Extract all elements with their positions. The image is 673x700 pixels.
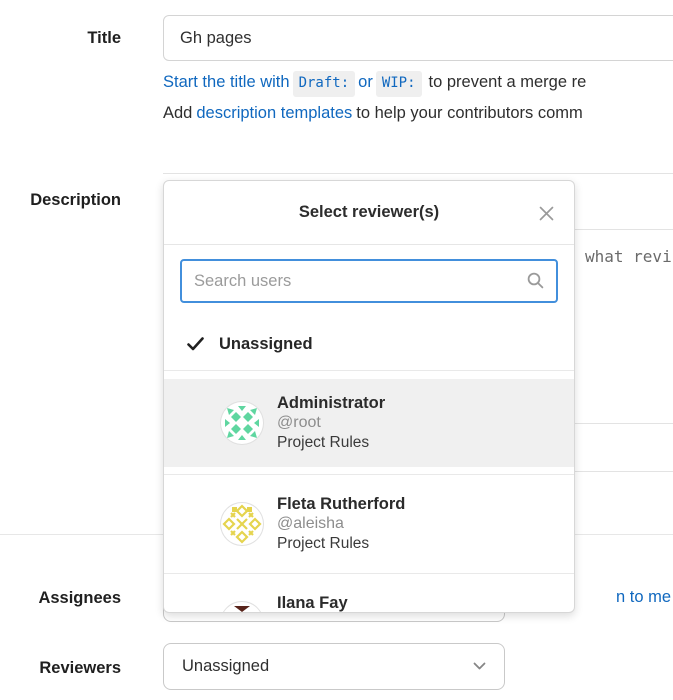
user-row-fleta-rutherford[interactable]: Fleta Rutherford @aleisha Project Rules <box>164 482 574 566</box>
close-icon <box>539 206 554 221</box>
draft-code-chip[interactable]: Draft: <box>293 71 356 97</box>
reviewers-label: Reviewers <box>0 658 121 679</box>
menu-divider <box>164 474 574 475</box>
unassigned-option-label: Unassigned <box>219 333 313 355</box>
user-row-administrator[interactable]: Administrator @root Project Rules <box>164 379 574 467</box>
user-username: @root <box>277 413 385 433</box>
description-templates-link[interactable]: description templates <box>196 104 352 122</box>
reviewer-dropdown: Select reviewer(s) Unassigned <box>163 180 575 613</box>
search-icon <box>527 272 544 289</box>
description-text-fragment: what revi <box>585 247 672 266</box>
menu-divider <box>164 370 574 371</box>
unassigned-option[interactable]: Unassigned <box>164 312 574 370</box>
user-name: Administrator <box>277 393 385 413</box>
templates-hint-prefix: Add <box>163 104 192 122</box>
title-input[interactable] <box>163 15 673 61</box>
dropdown-header: Select reviewer(s) <box>164 181 574 245</box>
user-username: @aleisha <box>277 514 405 534</box>
wip-code-chip[interactable]: WIP: <box>376 71 422 97</box>
dropdown-title: Select reviewer(s) <box>164 181 574 222</box>
draft-hint-suffix: to prevent a merge re <box>429 73 587 91</box>
draft-wip-link[interactable]: Start the title with <box>163 73 290 91</box>
menu-divider <box>164 573 574 574</box>
user-name: Ilana Fay <box>277 593 369 613</box>
merge-request-form: Title Description Assignees Reviewers St… <box>0 0 673 700</box>
search-input[interactable] <box>180 259 558 303</box>
assignees-label: Assignees <box>0 588 121 609</box>
description-label: Description <box>0 190 121 211</box>
or-word[interactable]: or <box>358 73 373 91</box>
user-name: Fleta Rutherford <box>277 494 405 514</box>
user-project: Project Rules <box>277 433 385 453</box>
templates-hint-suffix: to help your contributors comm <box>356 104 583 122</box>
assign-to-me-link[interactable]: Assign to me <box>616 588 671 607</box>
avatar <box>220 401 264 445</box>
avatar <box>220 601 264 613</box>
assign-to-me-link-clip: Assign to me <box>616 588 671 609</box>
title-label: Title <box>0 28 121 49</box>
avatar <box>220 502 264 546</box>
reviewers-select[interactable]: Unassigned <box>163 643 505 690</box>
templates-hint: Adddescription templatesto help your con… <box>163 102 583 125</box>
search-wrap <box>164 245 574 312</box>
user-project: Project Rules <box>277 534 405 554</box>
check-icon <box>187 337 204 351</box>
close-button[interactable] <box>536 203 556 223</box>
reviewers-select-value: Unassigned <box>182 657 269 676</box>
user-row-ilana-fay[interactable]: Ilana Fay @ilana.fay Project Rules <box>164 581 574 613</box>
chevron-down-icon <box>473 662 486 671</box>
draft-hint: Start the title withDraft:orWIP: to preve… <box>163 71 586 97</box>
